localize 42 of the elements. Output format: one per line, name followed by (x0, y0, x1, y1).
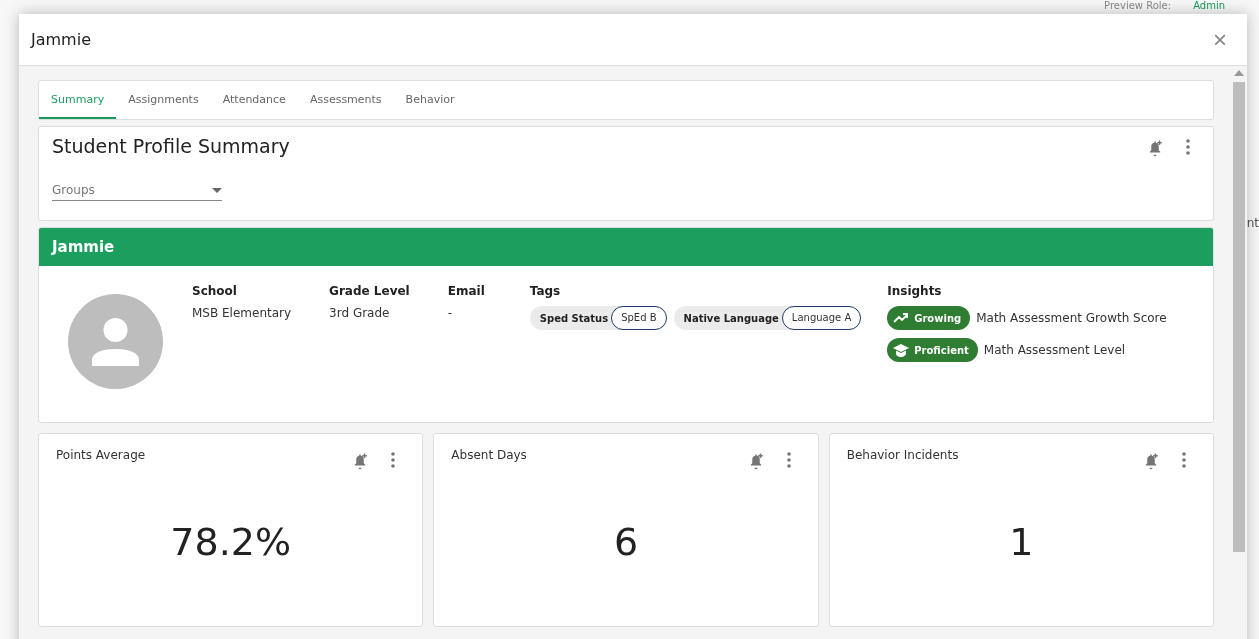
metric-value: 6 (612, 520, 640, 564)
field-value: - (447, 306, 454, 320)
avatar-icon (68, 294, 163, 389)
metric-value: 78.2% (169, 520, 292, 564)
field-label: Grade Level (329, 284, 410, 298)
more-icon[interactable] (786, 452, 791, 468)
field-value: MSB Elementary (192, 306, 292, 320)
role-label: Preview Role: (1104, 0, 1172, 12)
insight-badge: Proficient (887, 338, 978, 362)
dropdown-caret-icon (212, 187, 222, 193)
tag-chip: Native Language Language A (673, 306, 862, 330)
more-icon[interactable] (1182, 452, 1186, 468)
metric-title: Behavior Incidents (846, 448, 959, 462)
insight-text: Math Assessment Growth Score (976, 311, 1167, 325)
background-text: nt (1246, 216, 1259, 230)
field-label: Tags (529, 284, 562, 298)
close-button[interactable]: × (1211, 27, 1229, 52)
metric-value: 1 (1008, 520, 1035, 564)
insight-text: Math Assessment Level (983, 343, 1126, 357)
field-label: Email (447, 284, 485, 298)
tab[interactable]: Assignments (116, 81, 211, 119)
scroll-up-icon[interactable] (1234, 70, 1244, 76)
more-icon[interactable] (391, 452, 396, 468)
tab[interactable]: Summary (39, 81, 117, 119)
field-value: 3rd Grade (329, 306, 391, 320)
role-link[interactable]: Admin (1193, 0, 1225, 12)
trending-up-icon (893, 313, 910, 323)
tab[interactable]: Assessments (297, 81, 394, 119)
more-icon[interactable] (1186, 139, 1190, 155)
tag-chip: Sped Status SpEd B (529, 306, 667, 330)
groups-dropdown[interactable]: Groups (52, 183, 222, 201)
student-name: Jammie (39, 228, 1213, 266)
card-title: Student Profile Summary (52, 135, 290, 157)
field-label: Insights (887, 284, 943, 298)
metric-title: Absent Days (451, 448, 527, 462)
metric-title: Points Average (56, 448, 146, 462)
field-label: School (192, 284, 238, 298)
insight-badge: Growing (887, 306, 971, 330)
dialog-title: Jammie (31, 30, 91, 49)
tab[interactable]: Attendance (210, 81, 298, 119)
tab[interactable]: Behavior (393, 81, 467, 119)
graduation-cap-icon (893, 343, 910, 357)
